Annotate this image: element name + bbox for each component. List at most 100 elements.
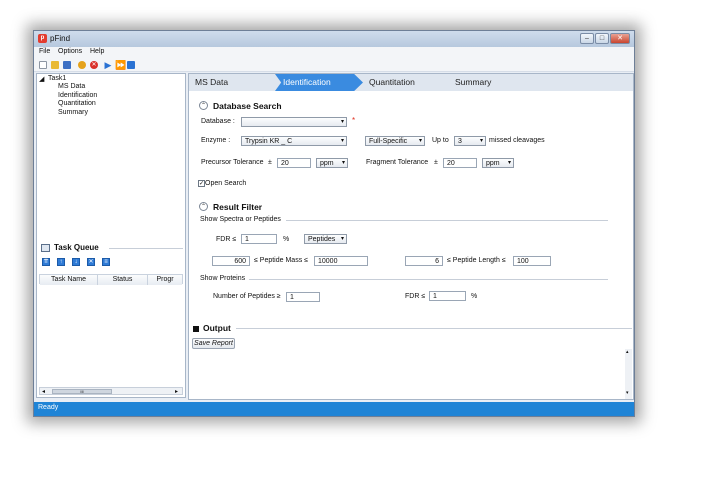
- fdr-level-select[interactable]: Peptides ▾: [304, 234, 347, 244]
- task-queue-icon: [41, 244, 50, 252]
- fdr-label: FDR ≤: [216, 236, 237, 243]
- precursor-unit-select[interactable]: ppm ▾: [316, 158, 348, 168]
- precursor-unit-value: ppm: [320, 160, 334, 167]
- output-divider: [236, 328, 632, 329]
- menu-file[interactable]: File: [39, 48, 50, 55]
- precursor-tolerance-label: Precursor Tolerance: [201, 159, 264, 166]
- number-of-peptides-label: Number of Peptides ≥: [213, 293, 281, 300]
- fragment-tolerance-label: Fragment Tolerance: [366, 159, 429, 166]
- database-search-title: Database Search: [213, 101, 282, 111]
- fragment-pm-label: ±: [434, 159, 438, 166]
- app-window: p pFind – □ ✕ File Options Help ✕ ▶ ⏩ ◢ …: [33, 30, 635, 417]
- minimize-button[interactable]: –: [580, 33, 594, 44]
- close-button[interactable]: ✕: [610, 33, 630, 44]
- right-pane: MS Data Identification Quantitation Summ…: [188, 73, 634, 400]
- title-bar: p pFind – □ ✕: [34, 31, 634, 47]
- scroll-right-icon[interactable]: ▸: [175, 388, 178, 395]
- task-queue-divider: [109, 248, 183, 249]
- fragment-unit-select[interactable]: ppm ▾: [482, 158, 514, 168]
- protein-fdr-label: FDR ≤: [405, 293, 426, 300]
- tab-identification-label: Identification: [283, 77, 331, 87]
- menu-help[interactable]: Help: [90, 48, 104, 55]
- queue-icon[interactable]: [127, 61, 135, 69]
- window-title: pFind: [50, 34, 71, 43]
- scroll-down-icon[interactable]: ▾: [626, 390, 629, 396]
- scroll-up-icon[interactable]: ▴: [626, 349, 629, 355]
- toolbar: ✕ ▶ ⏩: [34, 58, 634, 72]
- tree-expander-icon[interactable]: ◢: [39, 75, 44, 83]
- required-mark: *: [352, 116, 356, 125]
- maximize-button[interactable]: □: [595, 33, 609, 44]
- task-table-header: Task Name Status Progr: [39, 274, 183, 285]
- peptide-length-min-input[interactable]: 6: [405, 256, 443, 266]
- protein-fdr-unit: %: [471, 293, 478, 300]
- status-bar: Ready: [34, 402, 634, 416]
- task-info-icon[interactable]: ≡: [102, 258, 110, 266]
- number-of-peptides-input[interactable]: 1: [286, 292, 320, 302]
- database-select[interactable]: ▾: [241, 117, 347, 127]
- precursor-tolerance-input[interactable]: 20: [277, 158, 311, 168]
- tree-item-ms-data[interactable]: MS Data: [58, 83, 85, 90]
- col-task-name[interactable]: Task Name: [40, 275, 98, 285]
- col-status[interactable]: Status: [98, 275, 148, 285]
- menu-options[interactable]: Options: [58, 48, 82, 55]
- fragment-tolerance-input[interactable]: 20: [443, 158, 477, 168]
- result-filter-title: Result Filter: [213, 202, 263, 212]
- peptide-mass-min-input[interactable]: 600: [212, 256, 250, 266]
- output-icon: [193, 326, 199, 332]
- tree-item-quantitation[interactable]: Quantitation: [58, 100, 96, 107]
- collapse-result-filter-icon[interactable]: ⌃: [199, 202, 208, 211]
- fragment-unit-value: ppm: [486, 160, 500, 167]
- spectra-peptides-divider: [286, 220, 608, 221]
- tree-item-summary[interactable]: Summary: [58, 109, 88, 116]
- open-folder-icon[interactable]: [51, 61, 59, 69]
- database-label: Database :: [201, 118, 235, 125]
- enzyme-label: Enzyme :: [201, 137, 231, 144]
- task-queue-title: Task Queue: [54, 243, 99, 252]
- tab-ms-data[interactable]: MS Data: [195, 77, 228, 87]
- peptide-mass-max-input[interactable]: 10000: [314, 256, 368, 266]
- move-down-icon[interactable]: ↓: [72, 258, 80, 266]
- proteins-divider: [249, 279, 608, 280]
- fdr-level-value: Peptides: [308, 236, 336, 243]
- move-up-icon[interactable]: ↑: [57, 258, 65, 266]
- task-hscrollbar[interactable]: ◂ III ▸: [39, 387, 183, 395]
- run-all-icon[interactable]: ⏩: [115, 61, 126, 70]
- tree-item-identification[interactable]: Identification: [58, 92, 97, 99]
- save-icon[interactable]: [63, 61, 71, 69]
- pause-icon[interactable]: [78, 61, 86, 69]
- tab-quantitation[interactable]: Quantitation: [369, 77, 415, 87]
- collapse-database-search-icon[interactable]: ⌃: [199, 101, 208, 110]
- protein-fdr-input[interactable]: 1: [429, 291, 466, 301]
- new-file-icon[interactable]: [39, 61, 47, 69]
- app-logo-icon: p: [38, 34, 47, 43]
- open-search-checkbox[interactable]: ✓: [198, 180, 205, 187]
- col-progress[interactable]: Progr: [148, 275, 182, 285]
- open-search-label: Open Search: [205, 180, 247, 187]
- remove-task-icon[interactable]: ✕: [87, 258, 95, 266]
- precursor-pm-label: ±: [268, 159, 272, 166]
- peptide-length-max-input[interactable]: 100: [513, 256, 551, 266]
- output-title: Output: [203, 323, 231, 333]
- scroll-thumb[interactable]: III: [52, 389, 112, 394]
- save-report-button[interactable]: Save Report: [192, 338, 235, 349]
- missed-cleavages-value: 3: [458, 138, 462, 145]
- tree-root[interactable]: Task1: [48, 75, 66, 82]
- tab-bar: MS Data Identification Quantitation Summ…: [189, 74, 633, 91]
- fdr-input[interactable]: 1: [241, 234, 277, 244]
- peptide-mass-label: ≤ Peptide Mass ≤: [254, 257, 308, 264]
- enzyme-select[interactable]: Trypsin KR _ C ▾: [241, 136, 347, 146]
- missed-cleavages-select[interactable]: 3 ▾: [454, 136, 486, 146]
- proteins-group-label: Show Proteins: [200, 275, 246, 282]
- tab-summary[interactable]: Summary: [455, 77, 491, 87]
- run-icon[interactable]: ▶: [104, 61, 112, 70]
- peptide-length-label: ≤ Peptide Length ≤: [447, 257, 506, 264]
- menu-bar: File Options Help: [34, 47, 634, 58]
- move-top-icon[interactable]: ⇈: [42, 258, 50, 266]
- specificity-select[interactable]: Full-Specific ▾: [365, 136, 425, 146]
- scroll-left-icon[interactable]: ◂: [42, 388, 45, 395]
- missed-cleavages-label: missed cleavages: [489, 137, 545, 144]
- stop-icon[interactable]: ✕: [90, 61, 98, 69]
- up-to-label: Up to: [432, 137, 449, 144]
- output-vscrollbar[interactable]: ▴ ▾: [625, 349, 632, 399]
